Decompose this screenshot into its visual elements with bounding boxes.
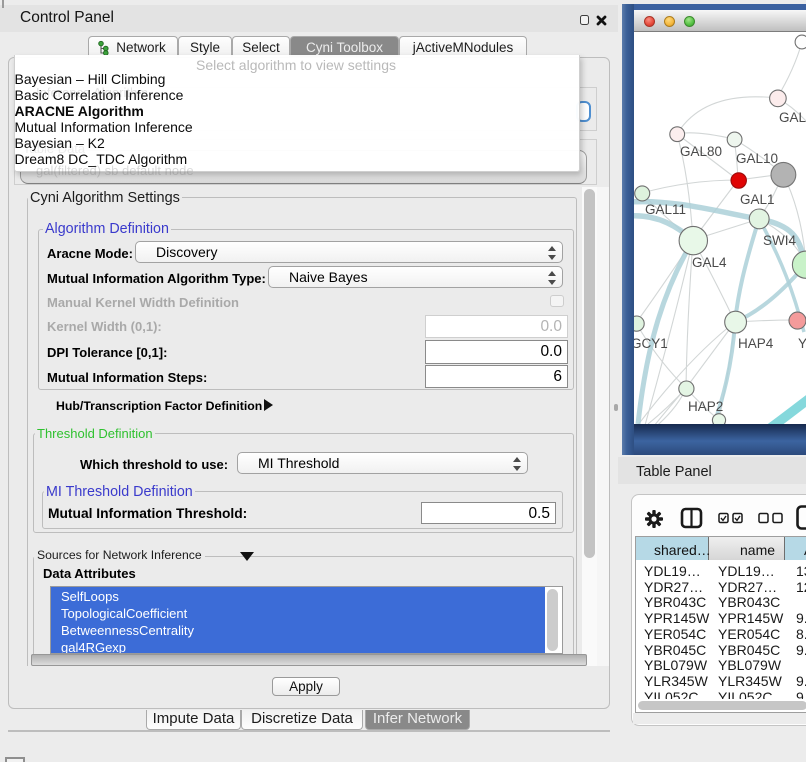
svg-text:SWI4: SWI4 [763,233,796,248]
svg-text:GCY1: GCY1 [634,336,668,351]
svg-text:GAL10: GAL10 [736,151,778,166]
svg-text:GAL4: GAL4 [692,255,727,270]
svg-text:HAP2: HAP2 [688,399,723,414]
svg-text:GAL11: GAL11 [645,202,686,217]
svg-text:GAL80: GAL80 [680,144,722,159]
svg-text:GAL7: GAL7 [779,110,806,125]
svg-text:HAP4: HAP4 [738,336,774,351]
svg-text:GAL1: GAL1 [740,192,775,207]
svg-text:YM: YM [798,336,806,351]
